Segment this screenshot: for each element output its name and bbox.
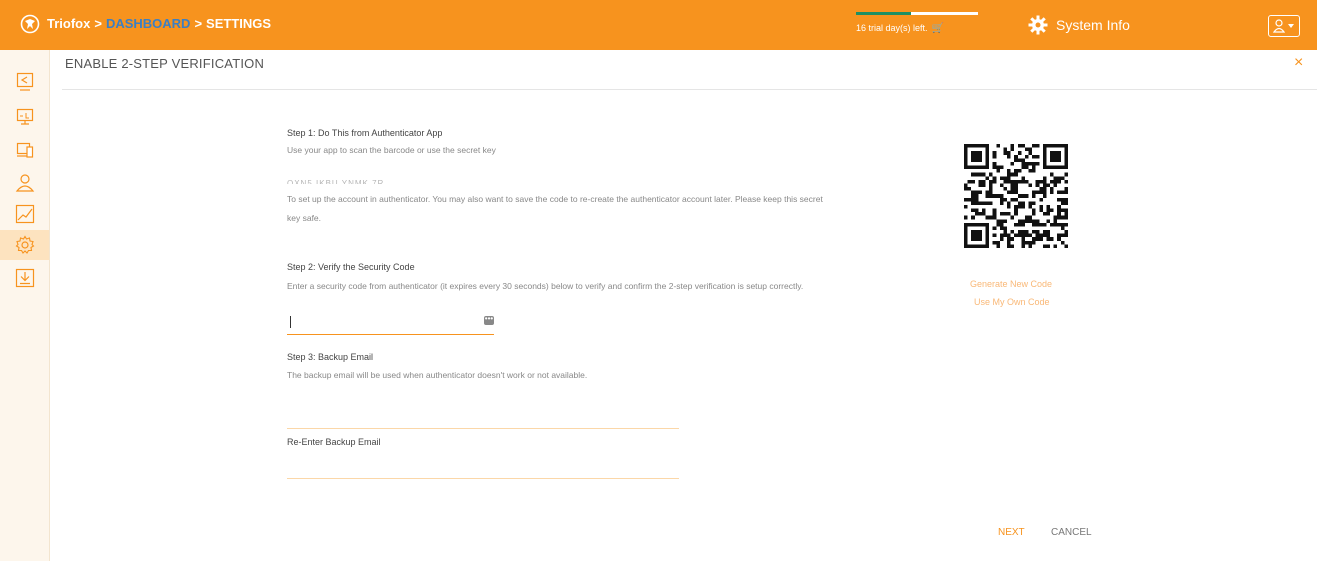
trial-progress-bar	[856, 12, 978, 15]
sidebar	[0, 50, 50, 561]
page-title: ENABLE 2-STEP VERIFICATION	[65, 56, 265, 71]
step2-description: Enter a security code from authenticator…	[287, 281, 804, 291]
user-icon	[1273, 19, 1294, 33]
secret-key: QXN5 IKBU YNMK 7R	[287, 179, 385, 184]
users-icon	[15, 174, 34, 192]
breadcrumb: Triofox > DASHBOARD > SETTINGS	[47, 16, 271, 31]
user-menu-button[interactable]	[1268, 15, 1300, 37]
password-manager-icon[interactable]: •••	[484, 315, 494, 325]
breadcrumb-separator: >	[94, 16, 102, 31]
trial-days-text: 16 trial day(s) left.	[856, 23, 928, 33]
sidebar-item-download[interactable]	[0, 263, 49, 293]
backup-email-input[interactable]	[287, 406, 679, 429]
close-icon[interactable]: ×	[1294, 54, 1303, 72]
cancel-button[interactable]: CANCEL	[1051, 527, 1092, 538]
step1-title: Step 1: Do This from Authenticator App	[287, 128, 443, 138]
trial-status[interactable]: 16 trial day(s) left. 🛒	[856, 12, 978, 34]
qr-code-image	[964, 144, 1068, 248]
trial-progress-fill	[856, 12, 911, 15]
step3-title: Step 3: Backup Email	[287, 352, 374, 362]
text-caret	[290, 316, 291, 328]
monitor-network-icon	[16, 108, 33, 125]
sidebar-item-reports[interactable]	[0, 199, 49, 229]
divider	[62, 89, 1317, 90]
top-bar: Triofox > DASHBOARD > SETTINGS 16 trial day(…	[0, 0, 1317, 50]
step1-description: Use your app to scan the barcode or use …	[287, 145, 496, 155]
download-icon	[15, 268, 34, 288]
breadcrumb-brand[interactable]: Triofox	[47, 16, 90, 31]
step2-title: Step 2: Verify the Security Code	[287, 262, 415, 272]
chart-icon	[15, 204, 34, 224]
next-button[interactable]: NEXT	[998, 527, 1025, 538]
chevron-down-icon	[1288, 24, 1294, 28]
sidebar-item-devices[interactable]	[0, 135, 49, 165]
step1-note-line2: key safe.	[287, 213, 322, 223]
reenter-email-input[interactable]	[287, 456, 679, 479]
breadcrumb-settings: SETTINGS	[206, 16, 272, 31]
gear-icon	[1028, 15, 1048, 35]
security-code-input[interactable]: •••	[287, 312, 494, 335]
sidebar-item-monitor[interactable]	[0, 102, 49, 132]
use-my-own-code-link[interactable]: Use My Own Code	[974, 297, 1050, 307]
step1-note-line1: To set up the account in authenticator. …	[287, 194, 823, 204]
breadcrumb-dashboard[interactable]: DASHBOARD	[106, 16, 191, 31]
devices-icon	[16, 142, 33, 158]
sidebar-item-back[interactable]	[0, 67, 49, 97]
sidebar-item-settings[interactable]	[0, 230, 49, 260]
back-arrow-icon	[16, 72, 33, 91]
triofox-logo-icon[interactable]	[20, 14, 40, 34]
step3-description: The backup email will be used when authe…	[287, 370, 588, 380]
system-info-label: System Info	[1056, 17, 1130, 33]
breadcrumb-separator: >	[194, 16, 203, 31]
sidebar-item-users[interactable]	[0, 168, 49, 198]
system-info-button[interactable]: System Info	[1028, 14, 1130, 36]
cart-icon[interactable]: 🛒	[932, 23, 944, 34]
generate-new-code-link[interactable]: Generate New Code	[970, 279, 1052, 289]
reenter-email-label: Re-Enter Backup Email	[287, 437, 381, 447]
gear-icon	[15, 235, 34, 254]
